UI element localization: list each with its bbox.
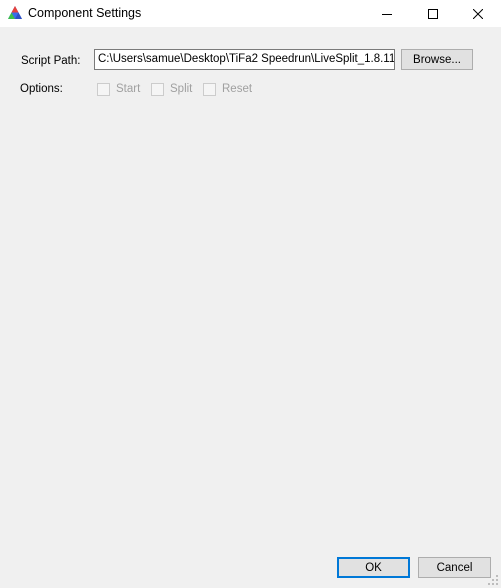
maximize-icon [428,8,438,19]
close-icon [473,8,483,19]
split-option[interactable]: Split [151,81,192,97]
script-path-input[interactable]: C:\Users\samue\Desktop\TiFa2 Speedrun\Li… [94,49,395,70]
minimize-button[interactable] [364,0,410,27]
script-path-label: Script Path: [21,55,81,67]
split-checkbox-label: Split [170,83,193,95]
start-option[interactable]: Start [97,81,140,97]
options-label: Options: [20,83,63,95]
split-checkbox[interactable] [151,82,164,96]
settings-panel: Script Path: C:\Users\samue\Desktop\TiFa… [0,27,501,588]
start-checkbox[interactable] [97,82,110,96]
livesplit-triangle-icon [7,5,23,21]
maximize-button[interactable] [410,0,456,27]
start-checkbox-label: Start [116,83,141,95]
title-bar[interactable]: Component Settings [0,0,501,27]
minimize-icon [382,9,392,19]
ok-button[interactable]: OK [337,557,410,578]
browse-button[interactable]: Browse... [401,49,473,70]
window-title: Component Settings [28,6,142,20]
close-button[interactable] [455,0,501,27]
resize-grip-icon[interactable] [487,574,499,586]
reset-checkbox-label: Reset [222,83,253,95]
cancel-button[interactable]: Cancel [418,557,491,578]
reset-option[interactable]: Reset [203,81,252,97]
reset-checkbox[interactable] [203,82,216,96]
